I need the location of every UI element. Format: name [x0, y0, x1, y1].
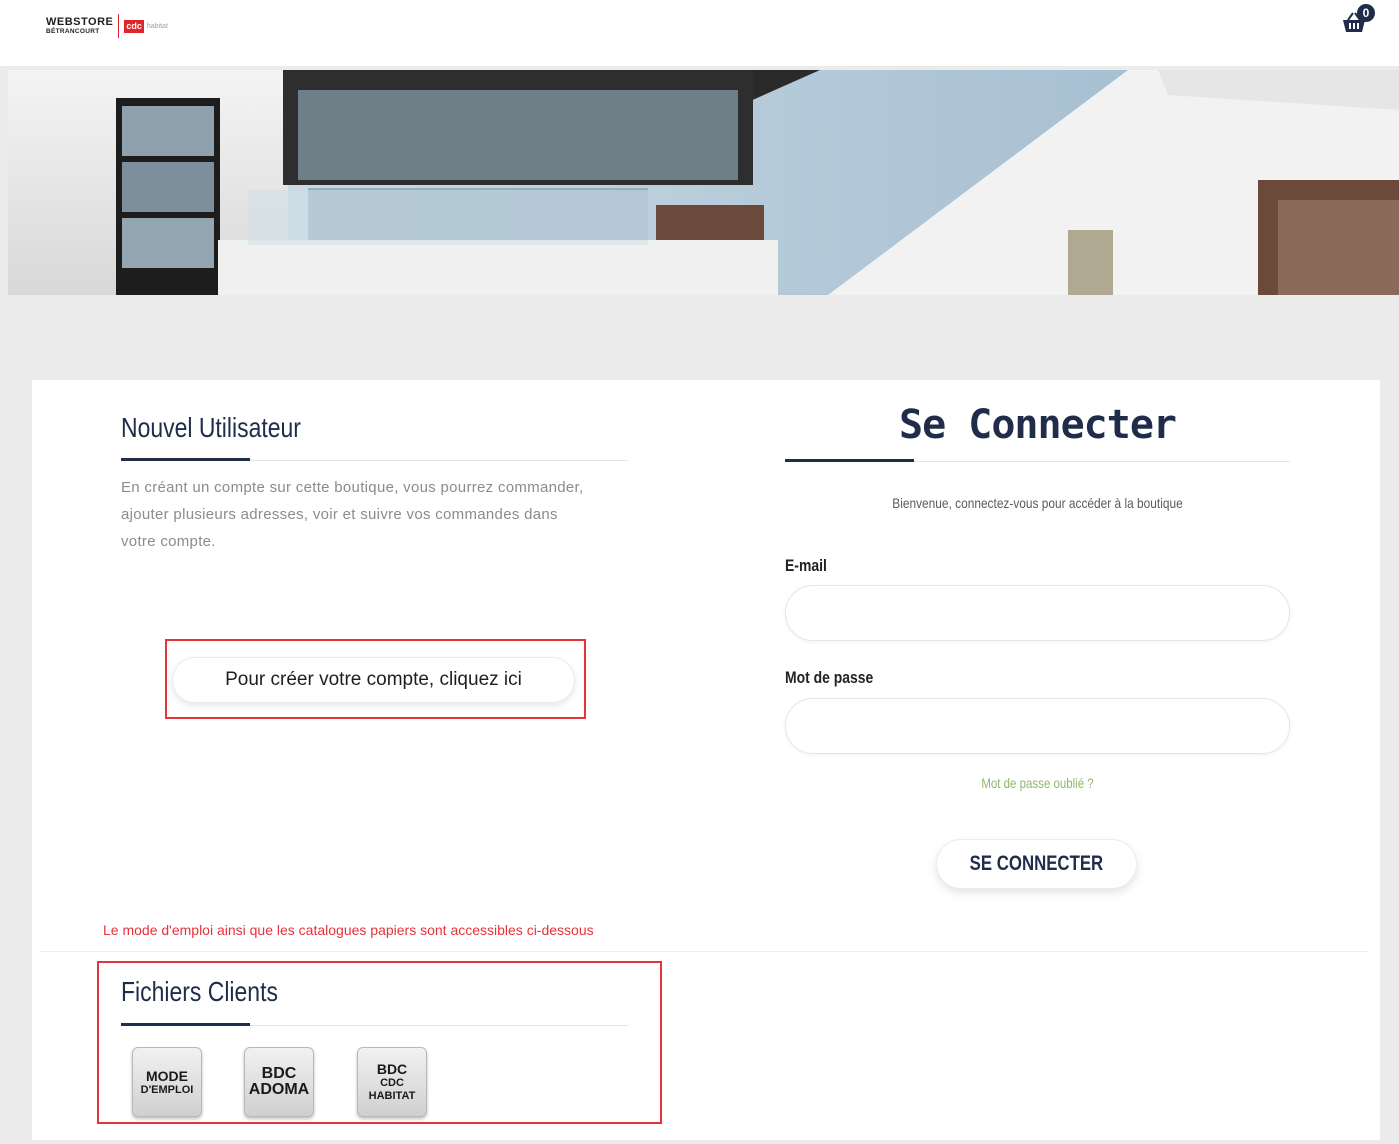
file-tile-line1: BDC [261, 1065, 297, 1082]
password-input[interactable] [785, 698, 1290, 754]
site-header: WEBSTORE BÉTRANCOURT cdc habitat 0 [0, 0, 1399, 66]
new-user-title-accent [121, 458, 250, 461]
forgot-password-link[interactable]: Mot de passe oublié ? [830, 775, 1244, 791]
webstore-logo: WEBSTORE BÉTRANCOURT [46, 15, 114, 36]
section-divider [40, 951, 1368, 952]
login-welcome-text: Bienvenue, connectez-vous pour accéder à… [892, 495, 1183, 511]
new-user-title: Nouvel Utilisateur [121, 412, 301, 443]
partner-logo: cdc habitat [124, 19, 168, 33]
logo-line1: WEBSTORE [46, 15, 114, 28]
file-tile-line1: MODE [146, 1067, 188, 1084]
file-tile-line2: CDC [380, 1077, 404, 1089]
login-title-accent [785, 459, 914, 462]
password-label: Mot de passe [785, 668, 874, 687]
file-tile-line3: HABITAT [368, 1090, 416, 1102]
cart-button[interactable]: 0 [1339, 4, 1379, 36]
files-title: Fichiers Clients [121, 976, 278, 1007]
email-input[interactable] [785, 585, 1290, 641]
login-title: Se Connecter [899, 402, 1177, 448]
create-account-button[interactable]: Pour créer votre compte, cliquez ici [173, 658, 574, 702]
logo-line2: BÉTRANCOURT [46, 27, 100, 35]
site-logo[interactable]: WEBSTORE BÉTRANCOURT cdc habitat [46, 14, 168, 38]
file-tile-bdc-adoma[interactable]: BDC ADOMA [244, 1047, 314, 1117]
email-label: E-mail [785, 556, 827, 575]
file-tile-line1: BDC [376, 1061, 408, 1077]
files-title-accent [121, 1023, 250, 1026]
partner-logo-box: cdc [124, 19, 144, 33]
hero-building-image [8, 70, 1399, 295]
file-tile-line2: ADOMA [248, 1081, 310, 1098]
hero-banner [8, 70, 1399, 295]
logo-separator [118, 14, 120, 38]
cart-count-badge: 0 [1357, 4, 1375, 22]
files-notice: Le mode d'emploi ainsi que les catalogue… [103, 922, 594, 938]
login-submit-label: SE CONNECTER [969, 852, 1104, 875]
new-user-description: En créant un compte sur cette boutique, … [121, 479, 584, 550]
file-tile-line2: D'EMPLOI [140, 1083, 194, 1096]
login-submit-button[interactable]: SE CONNECTER [937, 840, 1136, 888]
file-tile-bdc-cdc-habitat[interactable]: BDC CDC HABITAT [357, 1047, 427, 1117]
partner-logo-text: habitat [146, 22, 168, 30]
file-tile-mode-emploi[interactable]: MODE D'EMPLOI [132, 1047, 202, 1117]
